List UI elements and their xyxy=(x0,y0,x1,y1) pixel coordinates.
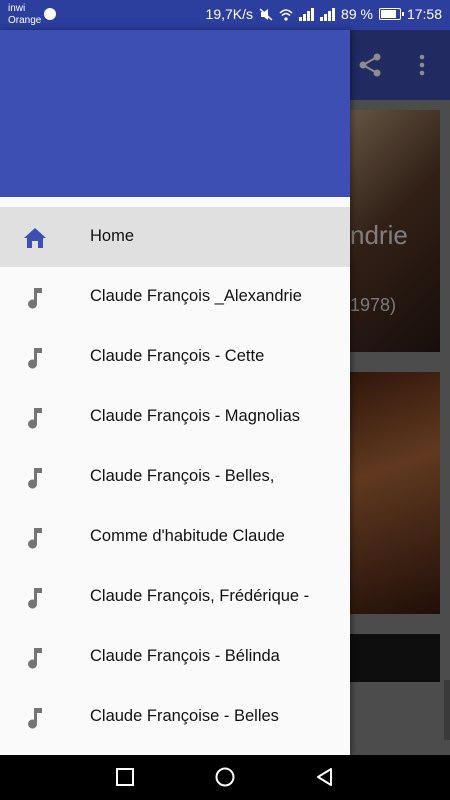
battery-percent: 89 % xyxy=(341,6,373,22)
music-note-icon xyxy=(28,708,42,729)
music-note-icon xyxy=(28,528,42,549)
back-triangle-icon[interactable] xyxy=(314,766,336,788)
drawer-item-label: Claude François - Belles, xyxy=(90,467,275,485)
drawer-item-song[interactable]: Claude François _Alexandrie xyxy=(0,267,350,327)
drawer-item-home[interactable]: Home xyxy=(0,207,350,267)
drawer-item-label: Claude François, Frédérique - xyxy=(90,587,310,605)
music-note-icon xyxy=(28,348,42,369)
drawer-item-song[interactable]: Claude François - Cette xyxy=(0,327,350,387)
drawer-item-label: Claude François - Bélinda xyxy=(90,647,280,665)
home-circle-icon[interactable] xyxy=(214,766,236,788)
music-note-icon xyxy=(28,468,42,489)
home-icon xyxy=(24,228,46,248)
music-note-icon xyxy=(28,588,42,609)
drawer-item-label: Claude François - Cette xyxy=(90,347,265,365)
drawer-menu: Home Claude François _Alexandrie Claude … xyxy=(0,207,350,747)
drawer-item-label: Claude François _Alexandrie xyxy=(90,287,302,305)
drawer-item-label: Claude Françoise - Belles xyxy=(90,707,279,725)
messenger-icon xyxy=(44,8,56,20)
carrier-info: inwi Orange xyxy=(8,3,41,27)
network-speed: 19,7K/s xyxy=(205,6,254,22)
clock: 17:58 xyxy=(406,6,442,22)
battery-icon xyxy=(378,8,404,20)
recents-square-icon[interactable] xyxy=(114,766,136,788)
drawer-item-label: Claude François - Magnolias xyxy=(90,407,301,425)
status-right: 19,7K/s 89 % 17:58 xyxy=(206,6,442,22)
drawer-item-label: Home xyxy=(90,227,135,245)
music-note-icon xyxy=(28,408,42,429)
status-bar: inwi Orange 19,7K/s 89 % 17:58 xyxy=(0,0,450,30)
carrier-line-2: Orange xyxy=(8,15,42,26)
drawer-item-song[interactable]: Comme d'habitude Claude xyxy=(0,507,350,567)
signal-icon xyxy=(299,7,315,21)
drawer-item-song[interactable]: Claude François - Belles, xyxy=(0,447,350,507)
mute-icon xyxy=(259,7,273,21)
wifi-icon xyxy=(279,8,293,21)
drawer-item-song[interactable]: Claude François - Bélinda xyxy=(0,627,350,687)
system-nav-bar xyxy=(0,755,450,800)
music-note-icon xyxy=(28,648,42,669)
navigation-drawer: Home Claude François _Alexandrie Claude … xyxy=(0,30,350,755)
signal-icon xyxy=(320,7,336,21)
music-note-icon xyxy=(28,288,42,309)
battery-level-fill xyxy=(380,10,397,18)
drawer-item-song[interactable]: Claude Françoise - Belles xyxy=(0,687,350,747)
drawer-item-label: Comme d'habitude Claude xyxy=(90,527,285,545)
drawer-item-song[interactable]: Claude François - Magnolias xyxy=(0,387,350,447)
carrier-line-1: inwi xyxy=(8,3,26,14)
drawer-item-song[interactable]: Claude François, Frédérique - xyxy=(0,567,350,627)
drawer-header xyxy=(0,30,350,197)
